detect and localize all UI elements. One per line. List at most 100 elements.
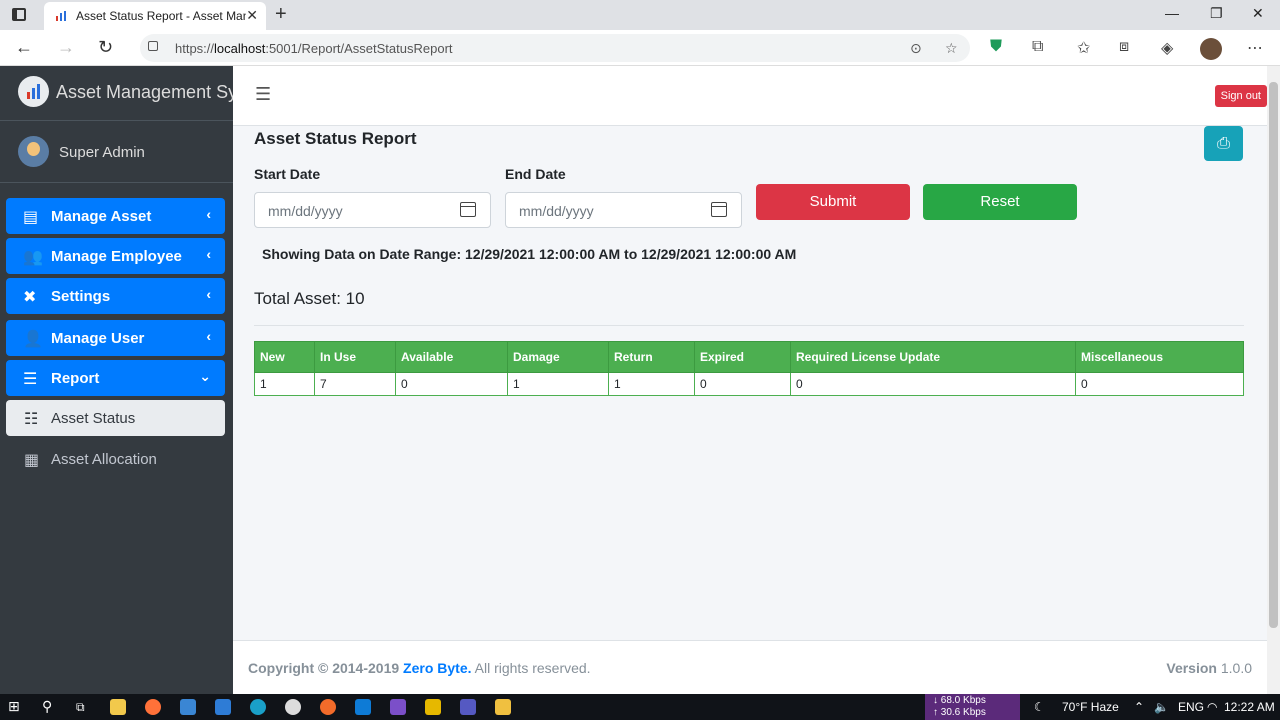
page-scrollbar[interactable] <box>1267 66 1280 694</box>
sidebar-item-label: Report <box>51 370 100 387</box>
column-header: New <box>254 341 315 373</box>
sidebar-item-manage-user[interactable]: 👤 Manage User ‹ <box>6 320 225 356</box>
print-button[interactable]: ⎙ <box>1204 126 1243 161</box>
performance-icon[interactable]: ◈ <box>1161 38 1173 58</box>
wifi-icon[interactable]: ◠ <box>1207 700 1217 714</box>
end-date-label: End Date <box>505 166 566 182</box>
brand-link[interactable]: Asset Management Sys <box>0 66 246 121</box>
chart-logo-icon <box>18 76 49 107</box>
shield-extension-icon[interactable]: ⛊ <box>990 38 1002 56</box>
reset-button[interactable]: Reset <box>923 184 1077 220</box>
lock-icon <box>148 41 158 51</box>
new-tab-icon[interactable]: + <box>275 3 287 26</box>
submit-button[interactable]: Submit <box>756 184 910 220</box>
chevron-left-icon: ‹ <box>206 206 211 222</box>
app-icon[interactable] <box>180 699 196 715</box>
close-window-icon[interactable]: ✕ <box>1252 5 1264 22</box>
database-icon: ☰ <box>23 371 38 388</box>
back-icon[interactable]: ← <box>15 37 33 58</box>
postman-icon[interactable] <box>320 699 336 715</box>
list-icon: ☷ <box>24 411 39 428</box>
copyright-text: Copyright © 2014-2019 Zero Byte. All rig… <box>248 660 591 676</box>
task-view-icon[interactable]: ⧉ <box>76 700 85 715</box>
date-placeholder: mm/dd/yyyy <box>519 203 594 219</box>
maximize-icon[interactable]: ❐ <box>1210 5 1223 22</box>
table-header-row: New In Use Available Damage Return Expir… <box>254 341 1244 373</box>
clock-text[interactable]: 12:22 AM <box>1224 700 1275 714</box>
page-title: Asset Status Report <box>254 129 417 148</box>
user-panel[interactable]: Super Admin <box>0 121 233 183</box>
table-cell: 0 <box>694 372 791 396</box>
profile-avatar[interactable] <box>1200 38 1222 60</box>
app-icon[interactable] <box>215 699 231 715</box>
column-header: In Use <box>314 341 396 373</box>
user-cog-icon: 👤 <box>23 331 43 348</box>
avatar <box>18 136 49 167</box>
add-favorite-icon[interactable]: ☆ <box>945 40 958 57</box>
table-cell: 0 <box>790 372 1076 396</box>
chevron-down-icon: ⌄ <box>199 368 211 384</box>
column-header: Required License Update <box>790 341 1076 373</box>
location-icon[interactable]: ⊙ <box>910 40 922 57</box>
start-date-label: Start Date <box>254 166 321 182</box>
table-row: 1 7 0 1 1 0 0 0 <box>254 372 1244 396</box>
sidebar-item-asset-allocation[interactable]: ▦ Asset Allocation <box>6 441 225 477</box>
sign-out-button[interactable]: Sign out <box>1214 85 1267 107</box>
sidebar-item-label: Manage Employee <box>51 248 182 265</box>
app-icon[interactable] <box>425 699 441 715</box>
sidebar-item-manage-asset[interactable]: ▤ Manage Asset ‹ <box>6 198 225 234</box>
chart-favicon-icon <box>56 11 66 21</box>
visual-studio-icon[interactable] <box>390 699 406 715</box>
chevron-left-icon: ‹ <box>206 286 211 302</box>
sidebar: Asset Management Sys Super Admin ▤ Manag… <box>0 66 246 694</box>
tab-title: Asset Status Report - Asset Management S… <box>76 9 246 23</box>
weather-text[interactable]: 70°F Haze <box>1062 700 1119 714</box>
table-cell: 1 <box>507 372 609 396</box>
end-date-input[interactable]: mm/dd/yyyy <box>505 192 742 228</box>
moon-weather-icon: ☾ <box>1034 700 1045 714</box>
more-menu-icon[interactable]: ⋯ <box>1247 38 1263 58</box>
calendar-icon[interactable] <box>460 202 476 217</box>
tab-actions-icon[interactable] <box>12 8 26 21</box>
user-name: Super Admin <box>59 144 145 161</box>
chrome-icon[interactable] <box>285 699 301 715</box>
vscode-icon[interactable] <box>355 699 371 715</box>
sidebar-item-manage-employee[interactable]: 👥 Manage Employee ‹ <box>6 238 225 274</box>
file-explorer-icon[interactable] <box>495 699 511 715</box>
browser-tab[interactable]: Asset Status Report - Asset Management S… <box>44 2 266 30</box>
notes-app-icon[interactable] <box>110 699 126 715</box>
search-icon[interactable]: ⚲ <box>42 698 52 715</box>
browser-toolbar: ← → ↻ https://localhost:5001/Report/Asse… <box>0 30 1280 66</box>
refresh-icon[interactable]: ↻ <box>98 37 113 58</box>
sidebar-item-label: Manage Asset <box>51 208 152 225</box>
calendar-icon[interactable] <box>711 202 727 217</box>
favorites-icon[interactable]: ✩ <box>1077 38 1090 58</box>
firefox-icon[interactable] <box>145 699 161 715</box>
tools-icon: ✖ <box>23 289 37 306</box>
upload-speed: ↑ 30.6 Kbps <box>933 707 986 718</box>
volume-icon[interactable]: 🔈 <box>1154 700 1169 714</box>
sidebar-item-settings[interactable]: ✖ Settings ‹ <box>6 278 225 314</box>
address-bar[interactable]: https://localhost:5001/Report/AssetStatu… <box>140 34 970 62</box>
teams-icon[interactable] <box>460 699 476 715</box>
language-indicator[interactable]: ENG <box>1178 700 1204 714</box>
minimize-icon[interactable]: — <box>1165 5 1179 21</box>
table-icon: ▦ <box>24 452 40 469</box>
windows-start-icon[interactable]: ⊞ <box>8 698 20 715</box>
forward-icon[interactable]: → <box>57 37 75 58</box>
edge-icon[interactable] <box>250 699 266 715</box>
sidebar-item-report[interactable]: ☰ Report ⌄ <box>6 360 225 396</box>
company-link[interactable]: Zero Byte. <box>403 660 471 676</box>
extensions-icon[interactable]: ⧉ <box>1032 38 1043 56</box>
scrollbar-thumb[interactable] <box>1269 82 1278 628</box>
sidebar-item-label: Manage User <box>51 330 145 347</box>
hamburger-menu-icon[interactable]: ☰ <box>255 84 271 105</box>
start-date-input[interactable]: mm/dd/yyyy <box>254 192 491 228</box>
table-cell: 0 <box>1075 372 1244 396</box>
close-tab-icon[interactable]: ✕ <box>246 7 258 24</box>
chevron-up-icon[interactable]: ⌃ <box>1134 700 1144 714</box>
table-cell: 7 <box>314 372 396 396</box>
table-cell: 1 <box>254 372 315 396</box>
sidebar-item-asset-status[interactable]: ☷ Asset Status <box>6 400 225 436</box>
collections-icon[interactable]: ⧈ <box>1119 38 1129 56</box>
